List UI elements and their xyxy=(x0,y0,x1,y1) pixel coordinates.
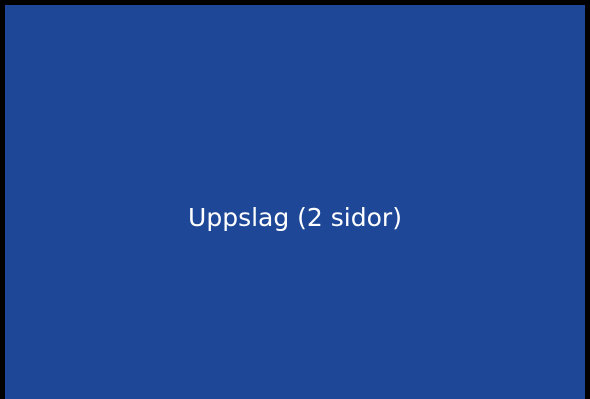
spread-option-panel[interactable]: Uppslag (2 sidor) xyxy=(0,0,590,399)
spread-option-label: Uppslag (2 sidor) xyxy=(188,202,402,232)
